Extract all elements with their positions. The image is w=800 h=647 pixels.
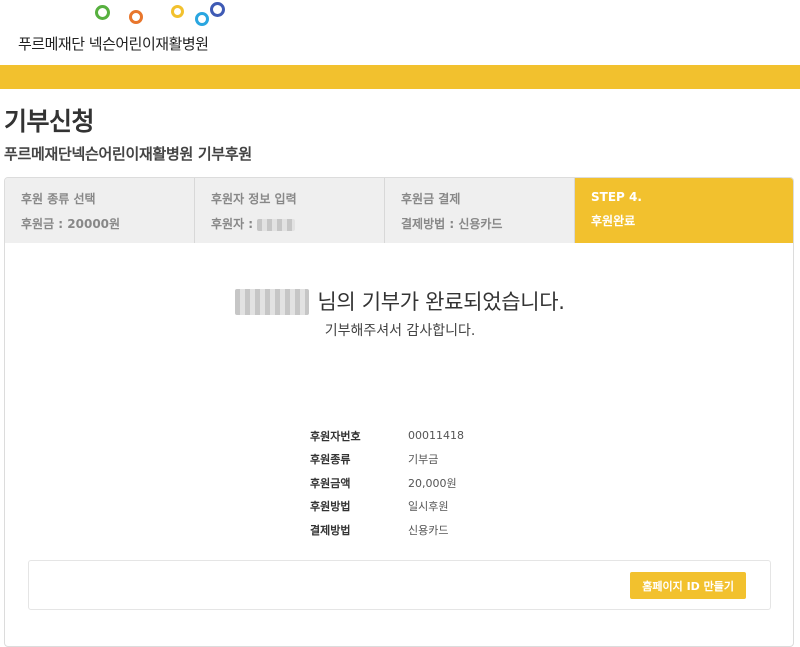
summary-row-amount: 후원금액 20,000원 (310, 471, 464, 495)
logo-ring-yellow (171, 5, 184, 18)
action-box: 홈페이지 ID 만들기 (28, 560, 771, 610)
summary-label: 후원자번호 (310, 429, 361, 443)
donation-card: 후원 종류 선택 후원금 : 20000원 후원자 정보 입력 후원자 : 후원… (4, 177, 794, 647)
summary-value: 신용카드 (408, 523, 449, 537)
logo-ring-green (95, 5, 110, 20)
thanks-message: 기부해주셔서 감사합니다. (324, 323, 476, 339)
step-value: 후원완료 (591, 214, 636, 228)
logo-text: 푸르메재단 넥슨어린이재활병원 (18, 35, 209, 53)
summary-label: 결제방법 (310, 523, 351, 537)
step-value: 결제방법 : 신용카드 (401, 217, 503, 231)
summary-row-donation-type: 후원종류 기부금 (310, 448, 464, 472)
step-name: STEP 4. (591, 190, 642, 204)
step-payment: 후원금 결제 결제방법 : 신용카드 (385, 178, 575, 243)
summary-value: 20,000원 (408, 476, 457, 490)
completion-text: 님의 기부가 완료되었습니다. (317, 290, 565, 314)
foundation-logo[interactable]: 푸르메재단 넥슨어린이재활병원 (18, 0, 258, 60)
summary-label: 후원방법 (310, 500, 351, 514)
logo-ring-navy (210, 2, 225, 17)
step-name: 후원금 결제 (401, 192, 461, 206)
donation-summary: 후원자번호 00011418 후원종류 기부금 후원금액 20,000원 후원방… (310, 424, 464, 542)
step-complete: STEP 4. 후원완료 (575, 178, 793, 243)
summary-row-donor-number: 후원자번호 00011418 (310, 424, 464, 448)
step-value: 후원금 : 20000원 (21, 217, 121, 231)
page-subtitle: 푸르메재단넥슨어린이재활병원 기부후원 (4, 145, 252, 163)
step-value-wrap: 후원자 : (211, 215, 384, 232)
summary-label: 후원종류 (310, 453, 351, 467)
header-bar (0, 65, 800, 89)
blurred-donor-name (257, 218, 296, 231)
blurred-donor-name (235, 289, 310, 315)
step-donation-type: 후원 종류 선택 후원금 : 20000원 (5, 178, 195, 243)
summary-value: 일시후원 (408, 500, 449, 514)
step-name: 후원자 정보 입력 (211, 192, 297, 206)
logo-ring-orange (129, 10, 143, 24)
step-progress: 후원 종류 선택 후원금 : 20000원 후원자 정보 입력 후원자 : 후원… (5, 178, 793, 243)
summary-label: 후원금액 (310, 476, 351, 490)
logo-ring-blue (195, 12, 209, 26)
summary-value: 00011418 (408, 429, 464, 443)
step-name: 후원 종류 선택 (21, 192, 96, 206)
step-value: 후원자 : (211, 217, 254, 231)
step-donor-info: 후원자 정보 입력 후원자 : (195, 178, 385, 243)
page-title: 기부신청 (4, 107, 95, 136)
summary-row-method: 후원방법 일시후원 (310, 495, 464, 519)
completion-message: 님의 기부가 완료되었습니다. (5, 286, 793, 316)
summary-value: 기부금 (408, 453, 439, 467)
logo-rings-icon (18, 0, 258, 30)
make-homepage-id-button[interactable]: 홈페이지 ID 만들기 (630, 572, 746, 599)
summary-row-payment: 결제방법 신용카드 (310, 518, 464, 542)
